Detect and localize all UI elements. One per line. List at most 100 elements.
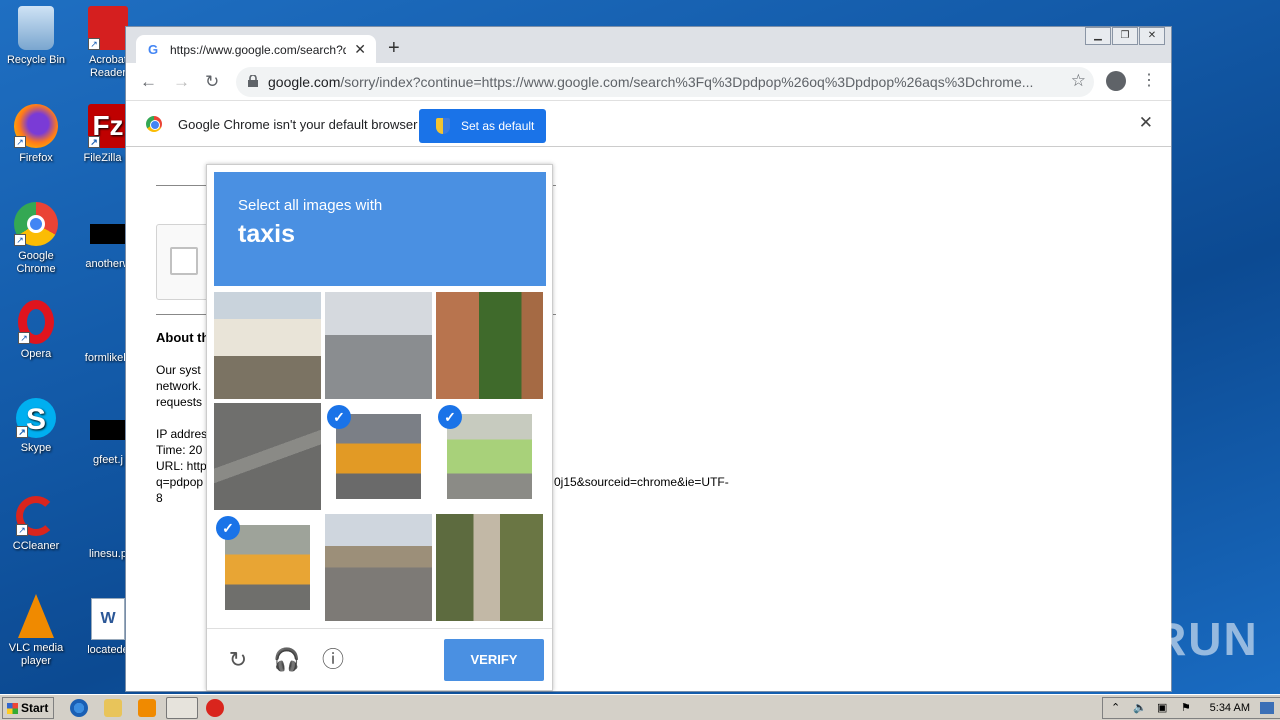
- desktop-icon-label: Skype: [20, 442, 52, 454]
- account-icon[interactable]: [1106, 71, 1126, 91]
- address-bar[interactable]: google.com/sorry/index?continue=https://…: [236, 67, 1094, 97]
- chrome-taskbar-button[interactable]: [166, 697, 198, 719]
- checkmark-icon: ✓: [438, 405, 462, 429]
- close-window-button[interactable]: ✕: [1139, 27, 1165, 45]
- challenge-instruction: Select all images with: [238, 197, 383, 214]
- url-text: google.com/sorry/index?continue=https://…: [268, 74, 1034, 90]
- window-controls: ▁ ❐ ✕: [1084, 27, 1165, 45]
- minimize-button[interactable]: ▁: [1085, 27, 1111, 45]
- reload-challenge-icon[interactable]: ↻: [225, 647, 251, 673]
- set-as-default-button[interactable]: Set as default: [419, 109, 546, 143]
- forward-icon[interactable]: →: [173, 72, 190, 92]
- word-doc-icon: W: [91, 598, 125, 640]
- explorer-folder-icon[interactable]: [104, 699, 122, 717]
- tab-strip: G https://www.google.com/search?q= ✕ + ▁…: [126, 27, 1171, 63]
- url-tail: 0j15&sourceid=chrome&ie=UTF-: [554, 475, 729, 489]
- desktop-icon-label: Opera: [20, 348, 52, 360]
- captcha-tile-selected[interactable]: ✓: [436, 403, 543, 510]
- tray-expand-icon[interactable]: ⌃: [1111, 701, 1120, 714]
- desktop-icon-label: VLC media player: [8, 642, 64, 667]
- recaptcha-challenge: Select all images with taxis ✓ ✓ ✓ ↻ 🎧 ⓘ…: [206, 164, 553, 691]
- file-icon: [90, 420, 126, 440]
- file-icon: [86, 514, 130, 544]
- info-icon[interactable]: ⓘ: [320, 647, 346, 673]
- reload-icon[interactable]: ↻: [205, 72, 219, 92]
- taskbar: Start ⌃ 🔈 ▣ ⚑ 5:34 AM: [0, 694, 1280, 720]
- desktop-icon-label: gfeet.j: [93, 454, 123, 466]
- uac-shield-icon: [436, 118, 450, 134]
- captcha-tile[interactable]: [325, 292, 432, 399]
- chrome-shortcut[interactable]: ↗ Google Chrome: [0, 202, 72, 276]
- chrome-logo-icon: [146, 116, 162, 132]
- captcha-tile[interactable]: [214, 292, 321, 399]
- bookmark-star-icon[interactable]: ☆: [1071, 71, 1086, 91]
- skype-icon: S ↗: [16, 398, 56, 438]
- anyrun-watermark: ANY RUN: [1036, 613, 1259, 665]
- audio-headphones-icon[interactable]: 🎧: [273, 647, 300, 673]
- new-tab-button[interactable]: +: [388, 38, 400, 58]
- recycle-bin-icon: [18, 6, 54, 50]
- google-favicon: G: [148, 42, 159, 57]
- vlc-icon: [18, 594, 54, 638]
- recycle-bin-shortcut[interactable]: Recycle Bin: [0, 6, 72, 67]
- lock-icon: [248, 74, 258, 87]
- opera-taskbar-icon[interactable]: [206, 699, 224, 717]
- desktop-icon-label: anotherw: [85, 258, 131, 270]
- firefox-shortcut[interactable]: ↗ Firefox: [0, 104, 72, 165]
- menu-kebab-icon[interactable]: ⋮: [1141, 71, 1157, 91]
- desktop-icon-label: Recycle Bin: [6, 54, 66, 66]
- file-icon: [86, 318, 130, 348]
- checkmark-icon: ✓: [216, 516, 240, 540]
- skype-shortcut[interactable]: S ↗ Skype: [0, 398, 72, 455]
- ccleaner-icon: ↗: [16, 496, 56, 536]
- media-player-icon[interactable]: [138, 699, 156, 717]
- captcha-tile-selected[interactable]: ✓: [214, 514, 321, 621]
- desktop-icon-label: CCleaner: [12, 540, 60, 552]
- volume-icon[interactable]: 🔈: [1133, 701, 1147, 714]
- active-tab[interactable]: G https://www.google.com/search?q= ✕: [136, 35, 376, 63]
- show-desktop-icon[interactable]: [1260, 702, 1274, 714]
- desktop-icon-label: Firefox: [19, 152, 53, 164]
- system-tray: ⌃ 🔈 ▣ ⚑ 5:34 AM: [1102, 697, 1280, 719]
- filezilla-icon: Fz ↗: [88, 104, 128, 148]
- back-icon[interactable]: ←: [140, 72, 157, 92]
- desktop-icon-label: linesu.p: [89, 548, 127, 560]
- restore-button[interactable]: ❐: [1112, 27, 1138, 45]
- ip-details: IP addres Time: 20 URL: http q=pdpop 8: [156, 427, 208, 505]
- chrome-icon: ↗: [14, 202, 58, 246]
- desktop-icon-label: Google Chrome: [16, 250, 56, 275]
- challenge-header: Select all images with taxis: [214, 172, 546, 286]
- acrobat-icon: ↗: [88, 6, 128, 50]
- captcha-tile[interactable]: [325, 514, 432, 621]
- ie-icon[interactable]: [70, 699, 88, 717]
- close-tab-icon[interactable]: ✕: [354, 41, 366, 58]
- vlc-shortcut[interactable]: VLC media player: [0, 594, 72, 668]
- infobar-close-icon[interactable]: ✕: [1139, 113, 1153, 133]
- tab-title: https://www.google.com/search?q=: [170, 43, 346, 57]
- opera-shortcut[interactable]: ↗ Opera: [0, 300, 72, 361]
- default-browser-infobar: Google Chrome isn't your default browser…: [126, 101, 1171, 147]
- recaptcha-checkbox[interactable]: [170, 247, 198, 275]
- challenge-footer: ↻ 🎧 ⓘ VERIFY: [207, 628, 552, 690]
- infobar-message: Google Chrome isn't your default browser: [178, 117, 418, 132]
- desktop-icon-label: Acrobat Reader: [89, 54, 127, 79]
- desktop-icon-label: locatede: [87, 644, 129, 656]
- challenge-target: taxis: [238, 220, 295, 248]
- file-icon: [90, 224, 126, 244]
- browser-toolbar: ← → ↻ google.com/sorry/index?continue=ht…: [126, 63, 1171, 101]
- about-heading: About th: [156, 330, 210, 345]
- firefox-icon: ↗: [14, 104, 58, 148]
- captcha-tile[interactable]: [436, 514, 543, 621]
- ccleaner-shortcut[interactable]: ↗ CCleaner: [0, 496, 72, 553]
- info-paragraph: Our syst network. requests: [156, 363, 203, 409]
- clock[interactable]: 5:34 AM: [1210, 702, 1250, 714]
- network-icon[interactable]: ▣: [1157, 701, 1167, 714]
- action-center-flag-icon[interactable]: ⚑: [1181, 701, 1191, 714]
- captcha-tile[interactable]: [214, 403, 321, 510]
- opera-icon: ↗: [18, 300, 54, 344]
- checkmark-icon: ✓: [327, 405, 351, 429]
- captcha-tile-selected[interactable]: ✓: [325, 403, 432, 510]
- start-button[interactable]: Start: [2, 697, 54, 719]
- captcha-tile[interactable]: [436, 292, 543, 399]
- verify-button[interactable]: VERIFY: [444, 639, 544, 681]
